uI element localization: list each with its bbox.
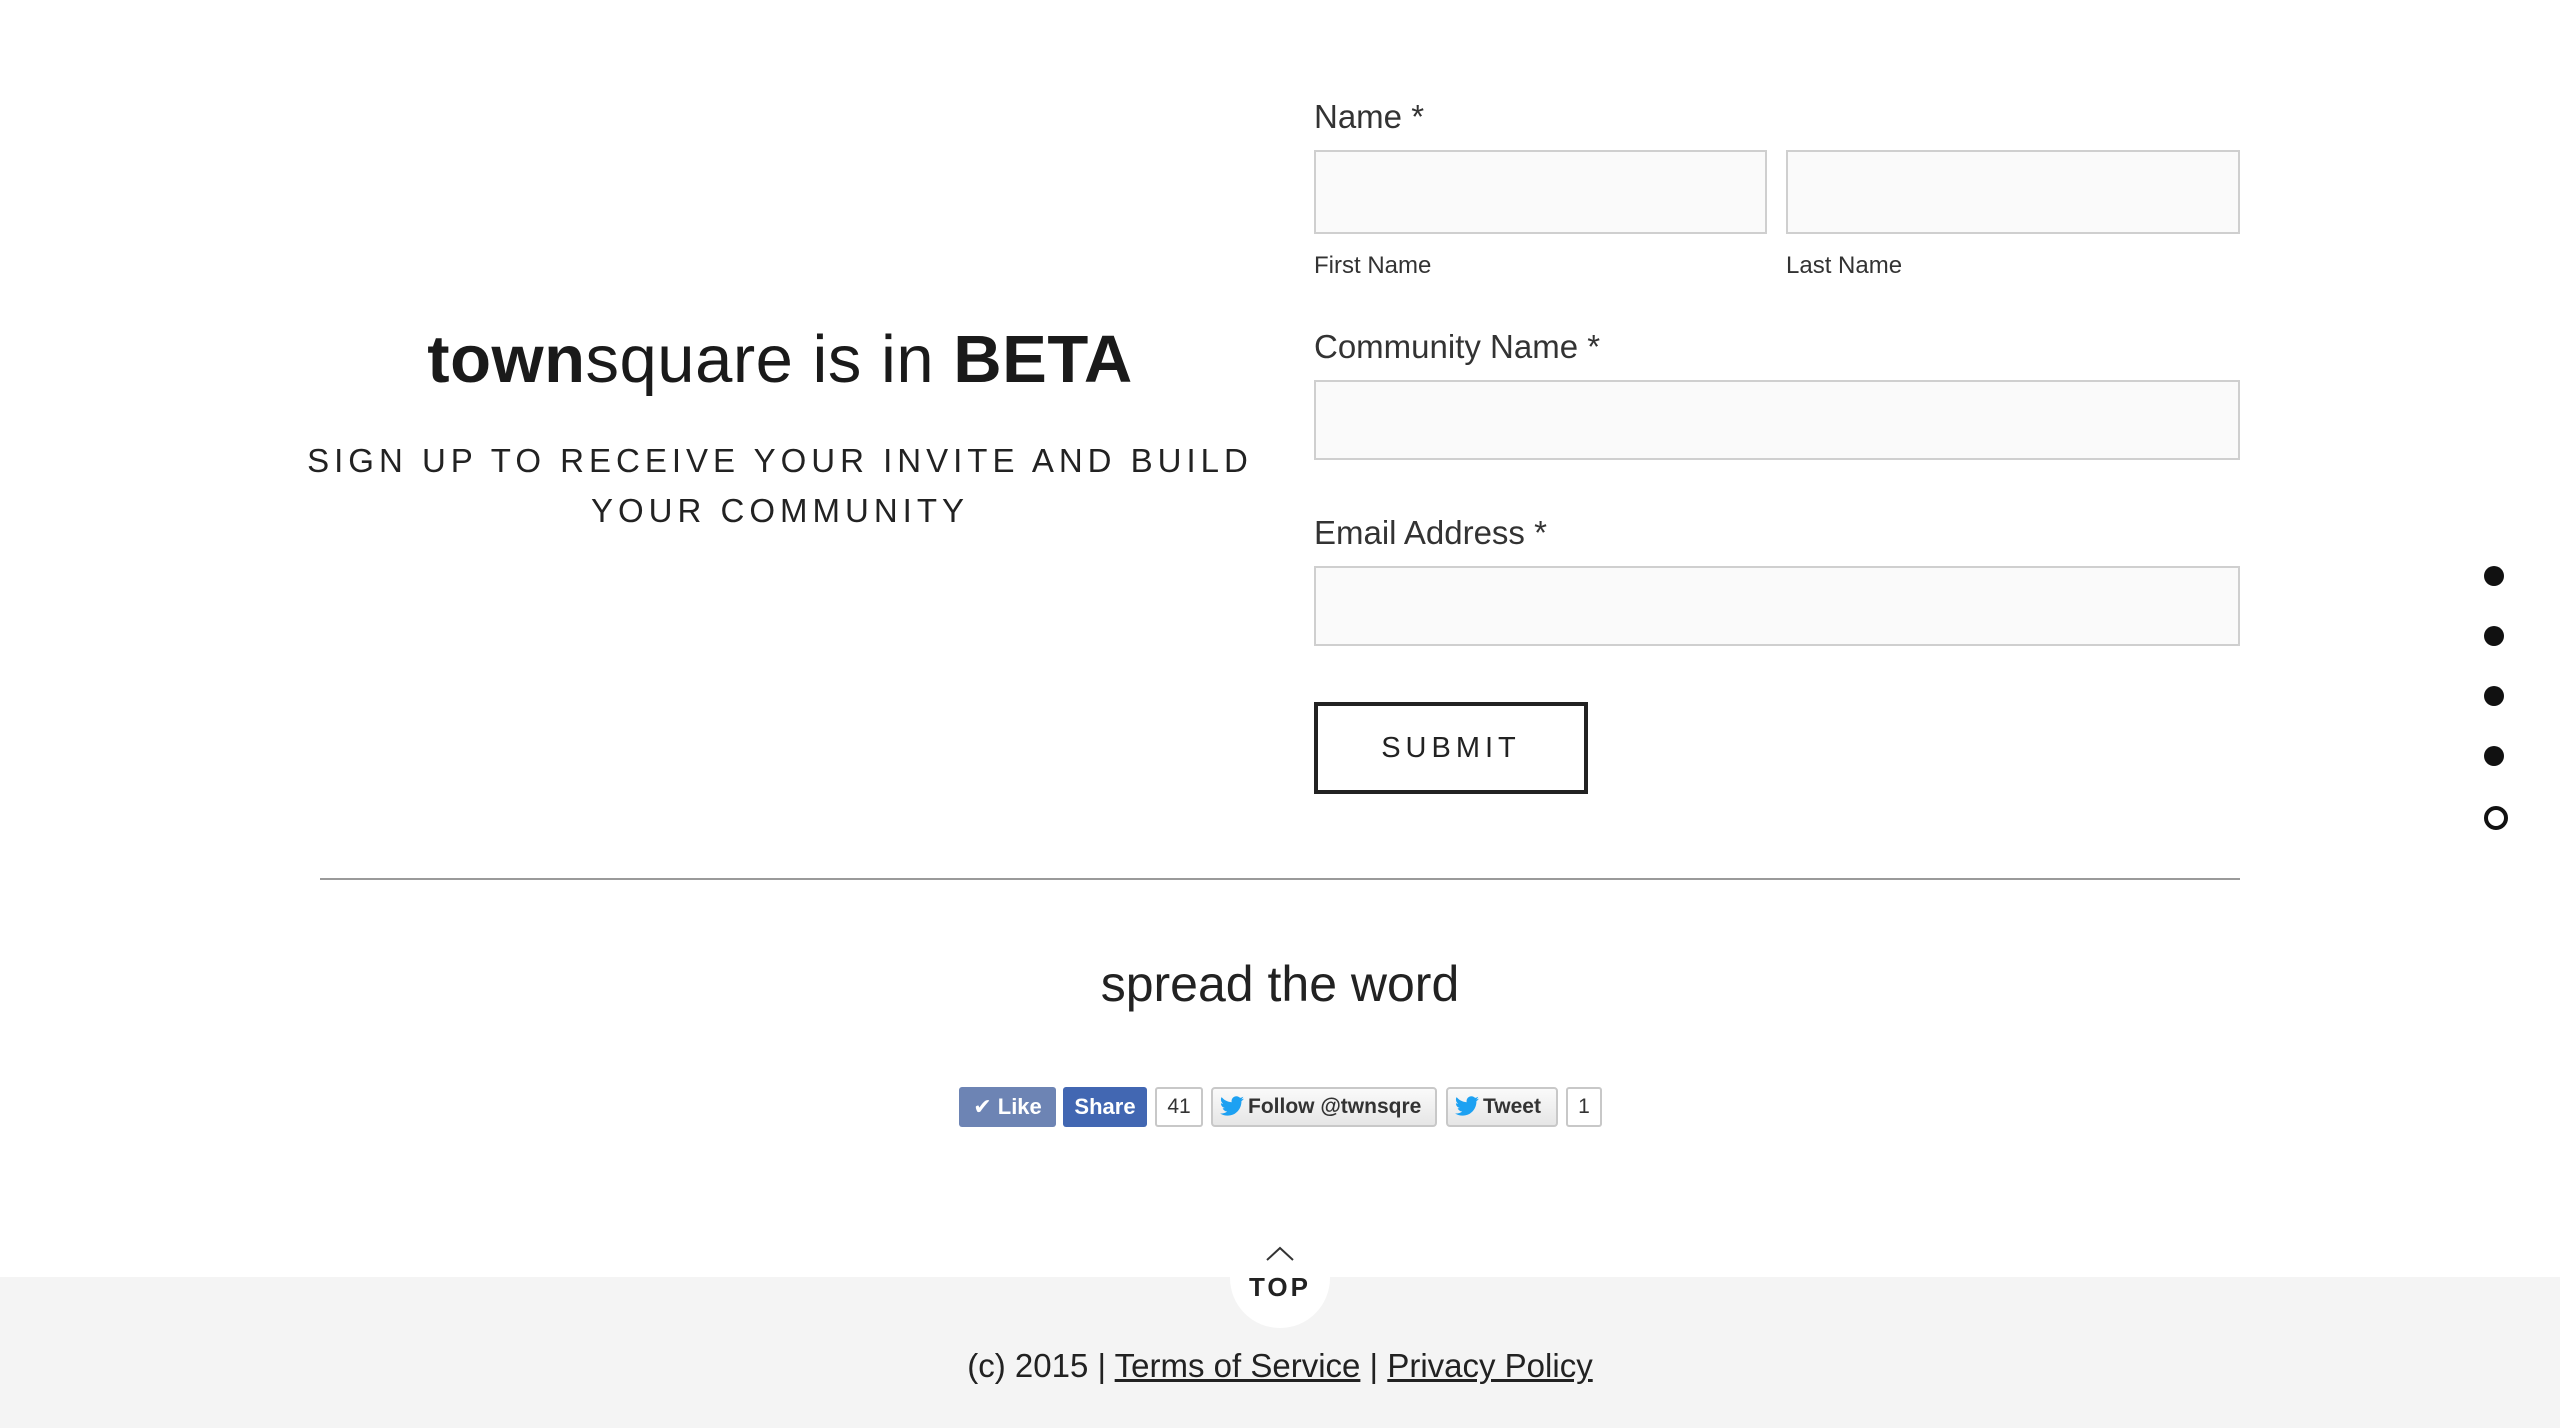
like-label: Like — [997, 1094, 1042, 1119]
facebook-share-button[interactable]: Share — [1063, 1087, 1147, 1127]
hero-title: townsquare is in BETA — [300, 320, 1260, 400]
section-dot-5-active[interactable] — [2484, 806, 2508, 830]
email-input[interactable] — [1314, 566, 2240, 646]
hero-subtitle: SIGN UP TO RECEIVE YOUR INVITE AND BUILD… — [307, 442, 1253, 529]
spread-the-word-heading: spread the word — [1100, 956, 1460, 1012]
section-dot-4[interactable] — [2484, 746, 2504, 766]
chevron-up-icon — [1266, 1246, 1294, 1261]
footer-links: (c) 2015 | Terms of Service | Privacy Po… — [0, 1347, 2560, 1385]
footer-separator: | — [1360, 1347, 1388, 1384]
tweet-label: Tweet — [1483, 1095, 1541, 1118]
twitter-follow-button[interactable]: Follow @twnsqre — [1211, 1087, 1437, 1127]
tweet-button[interactable]: Tweet — [1446, 1087, 1558, 1127]
privacy-policy-link[interactable]: Privacy Policy — [1387, 1347, 1592, 1384]
submit-button[interactable]: SUBMIT — [1314, 702, 1588, 794]
name-label: Name * — [1314, 98, 1425, 135]
copyright-text: (c) 2015 | — [967, 1347, 1115, 1384]
beta-label: BETA — [953, 322, 1133, 397]
tweet-count: 1 — [1566, 1087, 1602, 1127]
facebook-like-button[interactable]: ✔ Like — [959, 1087, 1056, 1127]
brand-square: square is in — [585, 322, 954, 397]
first-name-label: First Name — [1314, 252, 1432, 279]
hero-section: townsquare is in BETA SIGN UP TO RECEIVE… — [300, 320, 1260, 536]
last-name-input[interactable] — [1786, 150, 2240, 234]
section-dot-1[interactable] — [2484, 566, 2504, 586]
section-divider — [320, 878, 2240, 880]
first-name-input[interactable] — [1314, 150, 1767, 234]
top-label: TOP — [1249, 1272, 1311, 1302]
twitter-bird-icon — [1455, 1096, 1479, 1117]
twitter-bird-icon — [1220, 1096, 1244, 1117]
brand-town: town — [427, 322, 586, 397]
terms-of-service-link[interactable]: Terms of Service — [1115, 1347, 1361, 1384]
back-to-top-button[interactable]: TOP — [1230, 1228, 1330, 1328]
community-name-input[interactable] — [1314, 380, 2240, 460]
section-dot-3[interactable] — [2484, 686, 2504, 706]
facebook-count: 41 — [1155, 1087, 1203, 1127]
checkmark-icon: ✔ — [973, 1094, 998, 1119]
section-dot-2[interactable] — [2484, 626, 2504, 646]
follow-label: Follow @twnsqre — [1248, 1095, 1422, 1118]
last-name-label: Last Name — [1786, 252, 1903, 279]
community-name-label: Community Name * — [1314, 328, 1601, 365]
email-label: Email Address * — [1314, 514, 1547, 551]
